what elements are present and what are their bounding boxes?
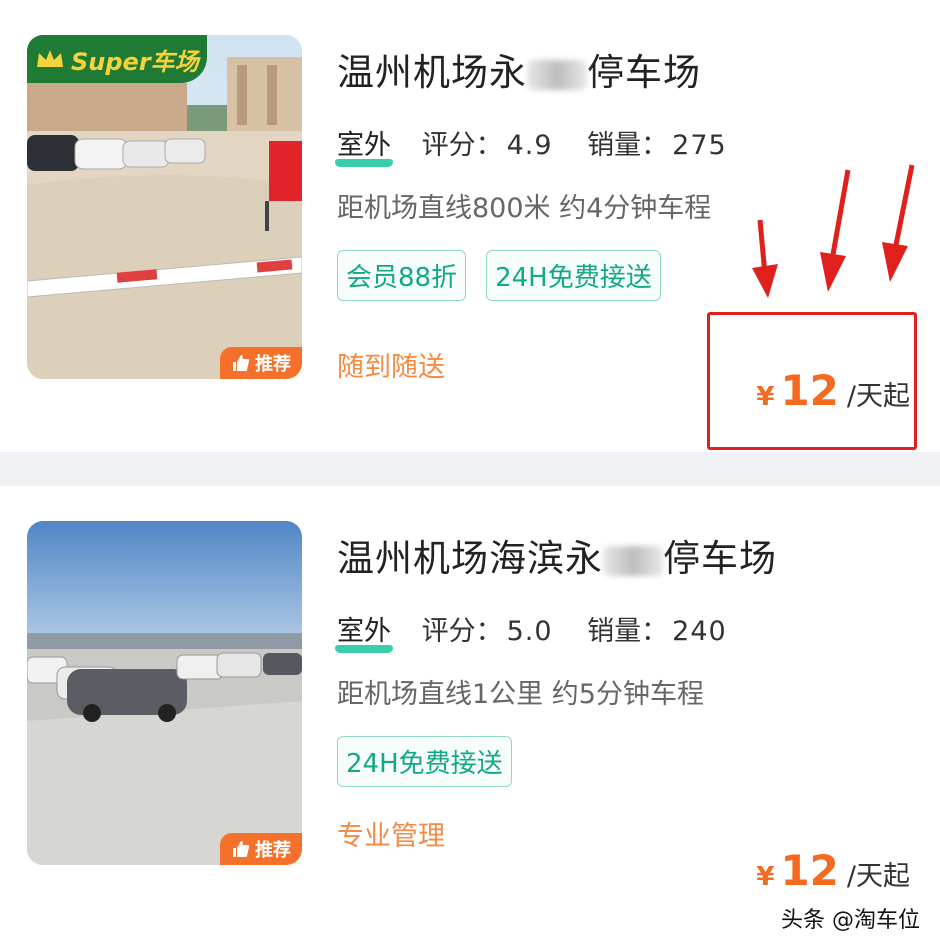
badge-label: 推荐 [255, 354, 291, 375]
sales-label: 销量： [587, 130, 669, 161]
recommend-badge: 推荐 [220, 833, 302, 865]
service-chips: 会员88折 24H免费接送 [337, 250, 661, 301]
card-separator [0, 452, 940, 486]
rating-value: 4.9 [506, 130, 553, 161]
service-chips: 24H免费接送 [337, 736, 512, 787]
listing-meta: 室外 评分： 5.0 销量： 240 [337, 609, 753, 648]
outdoor-tag: 室外 [337, 130, 391, 161]
distance-text: 距机场直线1公里 约5分钟车程 [337, 679, 704, 710]
recommend-badge: 推荐 [220, 347, 302, 379]
price-value: 12 [780, 846, 839, 895]
title-part-a: 温州机场海滨永 [337, 537, 603, 580]
super-parking-banner: Super车场 [27, 35, 207, 83]
annotation-highlight-box [707, 312, 917, 450]
parking-photo[interactable]: Super车场 推荐 [27, 35, 302, 379]
redacted-blur [527, 59, 587, 90]
parking-photo[interactable]: 推荐 [27, 521, 302, 865]
feature-text: 专业管理 [337, 821, 445, 852]
sales-label: 销量： [587, 616, 669, 647]
chip-free-shuttle: 24H免费接送 [486, 250, 661, 301]
parking-lot-image [27, 521, 302, 865]
rating-label: 评分： [421, 616, 503, 647]
thumbs-up-icon [233, 841, 250, 857]
listing-title[interactable]: 温州机场海滨永 停车场 [337, 528, 777, 582]
badge-label: 推荐 [255, 840, 291, 861]
sales-value: 240 [672, 616, 727, 647]
outdoor-tag: 室外 [337, 616, 391, 647]
parking-lot-image [27, 35, 302, 379]
price: ¥12/天起 [756, 846, 910, 895]
thumbs-up-icon [233, 355, 250, 371]
annotation-arrows-icon [752, 164, 915, 298]
title-part-b: 停车场 [587, 51, 701, 94]
title-part-b: 停车场 [663, 537, 777, 580]
watermark: 头条 @淘车位 [781, 908, 920, 933]
redacted-blur [603, 545, 663, 576]
chip-member-discount: 会员88折 [337, 250, 467, 301]
sales-value: 275 [672, 130, 727, 161]
crown-icon [37, 50, 63, 67]
price-symbol: ¥ [756, 862, 775, 892]
price-unit: /天起 [846, 861, 910, 892]
title-part-a: 温州机场永 [337, 51, 527, 94]
listing-meta: 室外 评分： 4.9 销量： 275 [337, 123, 753, 162]
listing-card-1[interactable]: Super车场 推荐 温州机场永 停车场 室外 评分： 4.9 销量： 275 距机场… [0, 0, 940, 452]
rating-label: 评分： [421, 130, 503, 161]
distance-text: 距机场直线800米 约4分钟车程 [337, 193, 712, 224]
feature-text: 随到随送 [337, 352, 445, 383]
rating-value: 5.0 [506, 616, 553, 647]
listing-card-2[interactable]: 推荐 温州机场海滨永 停车场 室外 评分： 5.0 销量： 240 距机场直线1公里 … [0, 486, 940, 950]
listing-title[interactable]: 温州机场永 停车场 [337, 42, 701, 96]
chip-free-shuttle: 24H免费接送 [337, 736, 512, 787]
super-label: Super车场 [71, 47, 199, 76]
